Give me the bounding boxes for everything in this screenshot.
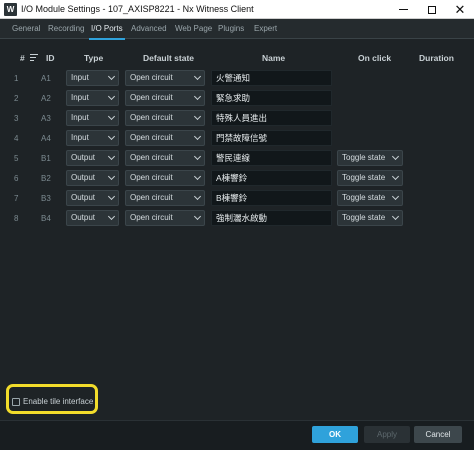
row-number: 1 (14, 74, 19, 83)
chevron-down-icon (391, 152, 400, 161)
row-id: A2 (41, 94, 51, 103)
name-field[interactable]: A棟響鈴 (211, 170, 332, 186)
column-header-type[interactable]: Type (84, 53, 103, 63)
default-state-select[interactable]: Open circuit (125, 110, 205, 126)
chevron-down-icon (193, 72, 202, 81)
tab-advanced[interactable]: Advanced (131, 19, 167, 39)
default-state-select[interactable]: Open circuit (125, 170, 205, 186)
chevron-down-icon (193, 132, 202, 141)
chevron-down-icon (107, 192, 116, 201)
cancel-button[interactable]: Cancel (414, 426, 462, 443)
row-id: B3 (41, 194, 51, 203)
tab-recording[interactable]: Recording (48, 19, 84, 39)
chevron-down-icon (107, 152, 116, 161)
on-click-select[interactable]: Toggle state (337, 150, 403, 166)
default-state-select[interactable]: Open circuit (125, 130, 205, 146)
ok-button[interactable]: OK (312, 426, 358, 443)
row-number: 5 (14, 154, 19, 163)
minimize-button[interactable] (388, 0, 418, 19)
column-header-number: # (20, 53, 25, 63)
row-number: 8 (14, 214, 19, 223)
chevron-down-icon (193, 92, 202, 101)
apply-button: Apply (364, 426, 410, 443)
chevron-down-icon (107, 132, 116, 141)
column-header-duration[interactable]: Duration (419, 53, 454, 63)
window-title: I/O Module Settings - 107_AXISP8221 - Nx… (21, 4, 254, 14)
tab-web-page[interactable]: Web Page (175, 19, 212, 39)
row-id: B4 (41, 214, 51, 223)
row-number: 3 (14, 114, 19, 123)
type-select[interactable]: Output (66, 190, 119, 206)
name-field[interactable]: 特殊人員進出 (211, 110, 332, 126)
maximize-button[interactable] (417, 0, 447, 19)
row-id: A4 (41, 134, 51, 143)
chevron-down-icon (107, 72, 116, 81)
column-header-default-state[interactable]: Default state (143, 53, 194, 63)
default-state-select[interactable]: Open circuit (125, 70, 205, 86)
column-header-name[interactable]: Name (262, 53, 285, 63)
window-titlebar: W I/O Module Settings - 107_AXISP8221 - … (0, 0, 474, 19)
row-number: 6 (14, 174, 19, 183)
row-id: B1 (41, 154, 51, 163)
default-state-select[interactable]: Open circuit (125, 90, 205, 106)
maximize-icon (428, 5, 436, 14)
sort-icon[interactable] (30, 54, 38, 61)
tile-interface-label[interactable]: Enable tile interface (23, 397, 93, 406)
settings-tabbar: General Recording I/O Ports Advanced Web… (0, 19, 474, 40)
type-select[interactable]: Output (66, 170, 119, 186)
type-select[interactable]: Output (66, 150, 119, 166)
name-field[interactable]: B棟響鈴 (211, 190, 332, 206)
tab-general[interactable]: General (12, 19, 40, 39)
on-click-select[interactable]: Toggle state (337, 210, 403, 226)
minimize-icon (398, 9, 408, 10)
chevron-down-icon (391, 172, 400, 181)
type-select[interactable]: Input (66, 110, 119, 126)
chevron-down-icon (107, 92, 116, 101)
chevron-down-icon (107, 112, 116, 121)
on-click-select[interactable]: Toggle state (337, 190, 403, 206)
default-state-select[interactable]: Open circuit (125, 190, 205, 206)
name-field[interactable]: 火警通知 (211, 70, 332, 86)
chevron-down-icon (193, 212, 202, 221)
chevron-down-icon (193, 152, 202, 161)
row-number: 2 (14, 94, 19, 103)
chevron-down-icon (391, 192, 400, 201)
on-click-select[interactable]: Toggle state (337, 170, 403, 186)
tab-plugins[interactable]: Plugins (218, 19, 244, 39)
type-select[interactable]: Output (66, 210, 119, 226)
row-number: 7 (14, 194, 19, 203)
close-icon: ✕ (454, 1, 466, 17)
chevron-down-icon (193, 112, 202, 121)
row-number: 4 (14, 134, 19, 143)
name-field[interactable]: 強制灑水啟動 (211, 210, 332, 226)
row-id: A3 (41, 114, 51, 123)
type-select[interactable]: Input (66, 70, 119, 86)
column-header-id[interactable]: ID (46, 53, 55, 63)
tab-io-ports[interactable]: I/O Ports (89, 19, 125, 40)
close-button[interactable]: ✕ (445, 0, 474, 19)
chevron-down-icon (193, 172, 202, 181)
tab-expert[interactable]: Expert (254, 19, 277, 39)
column-header-on-click[interactable]: On click (358, 53, 391, 63)
name-field[interactable]: 緊急求助 (211, 90, 332, 106)
type-select[interactable]: Input (66, 90, 119, 106)
type-select[interactable]: Input (66, 130, 119, 146)
name-field[interactable]: 門禁故障信號 (211, 130, 332, 146)
chevron-down-icon (107, 172, 116, 181)
tile-interface-checkbox[interactable] (12, 398, 20, 406)
chevron-down-icon (107, 212, 116, 221)
chevron-down-icon (193, 192, 202, 201)
row-id: A1 (41, 74, 51, 83)
default-state-select[interactable]: Open circuit (125, 150, 205, 166)
chevron-down-icon (391, 212, 400, 221)
name-field[interactable]: 警民連線 (211, 150, 332, 166)
app-logo-icon: W (4, 3, 17, 16)
default-state-select[interactable]: Open circuit (125, 210, 205, 226)
row-id: B2 (41, 174, 51, 183)
